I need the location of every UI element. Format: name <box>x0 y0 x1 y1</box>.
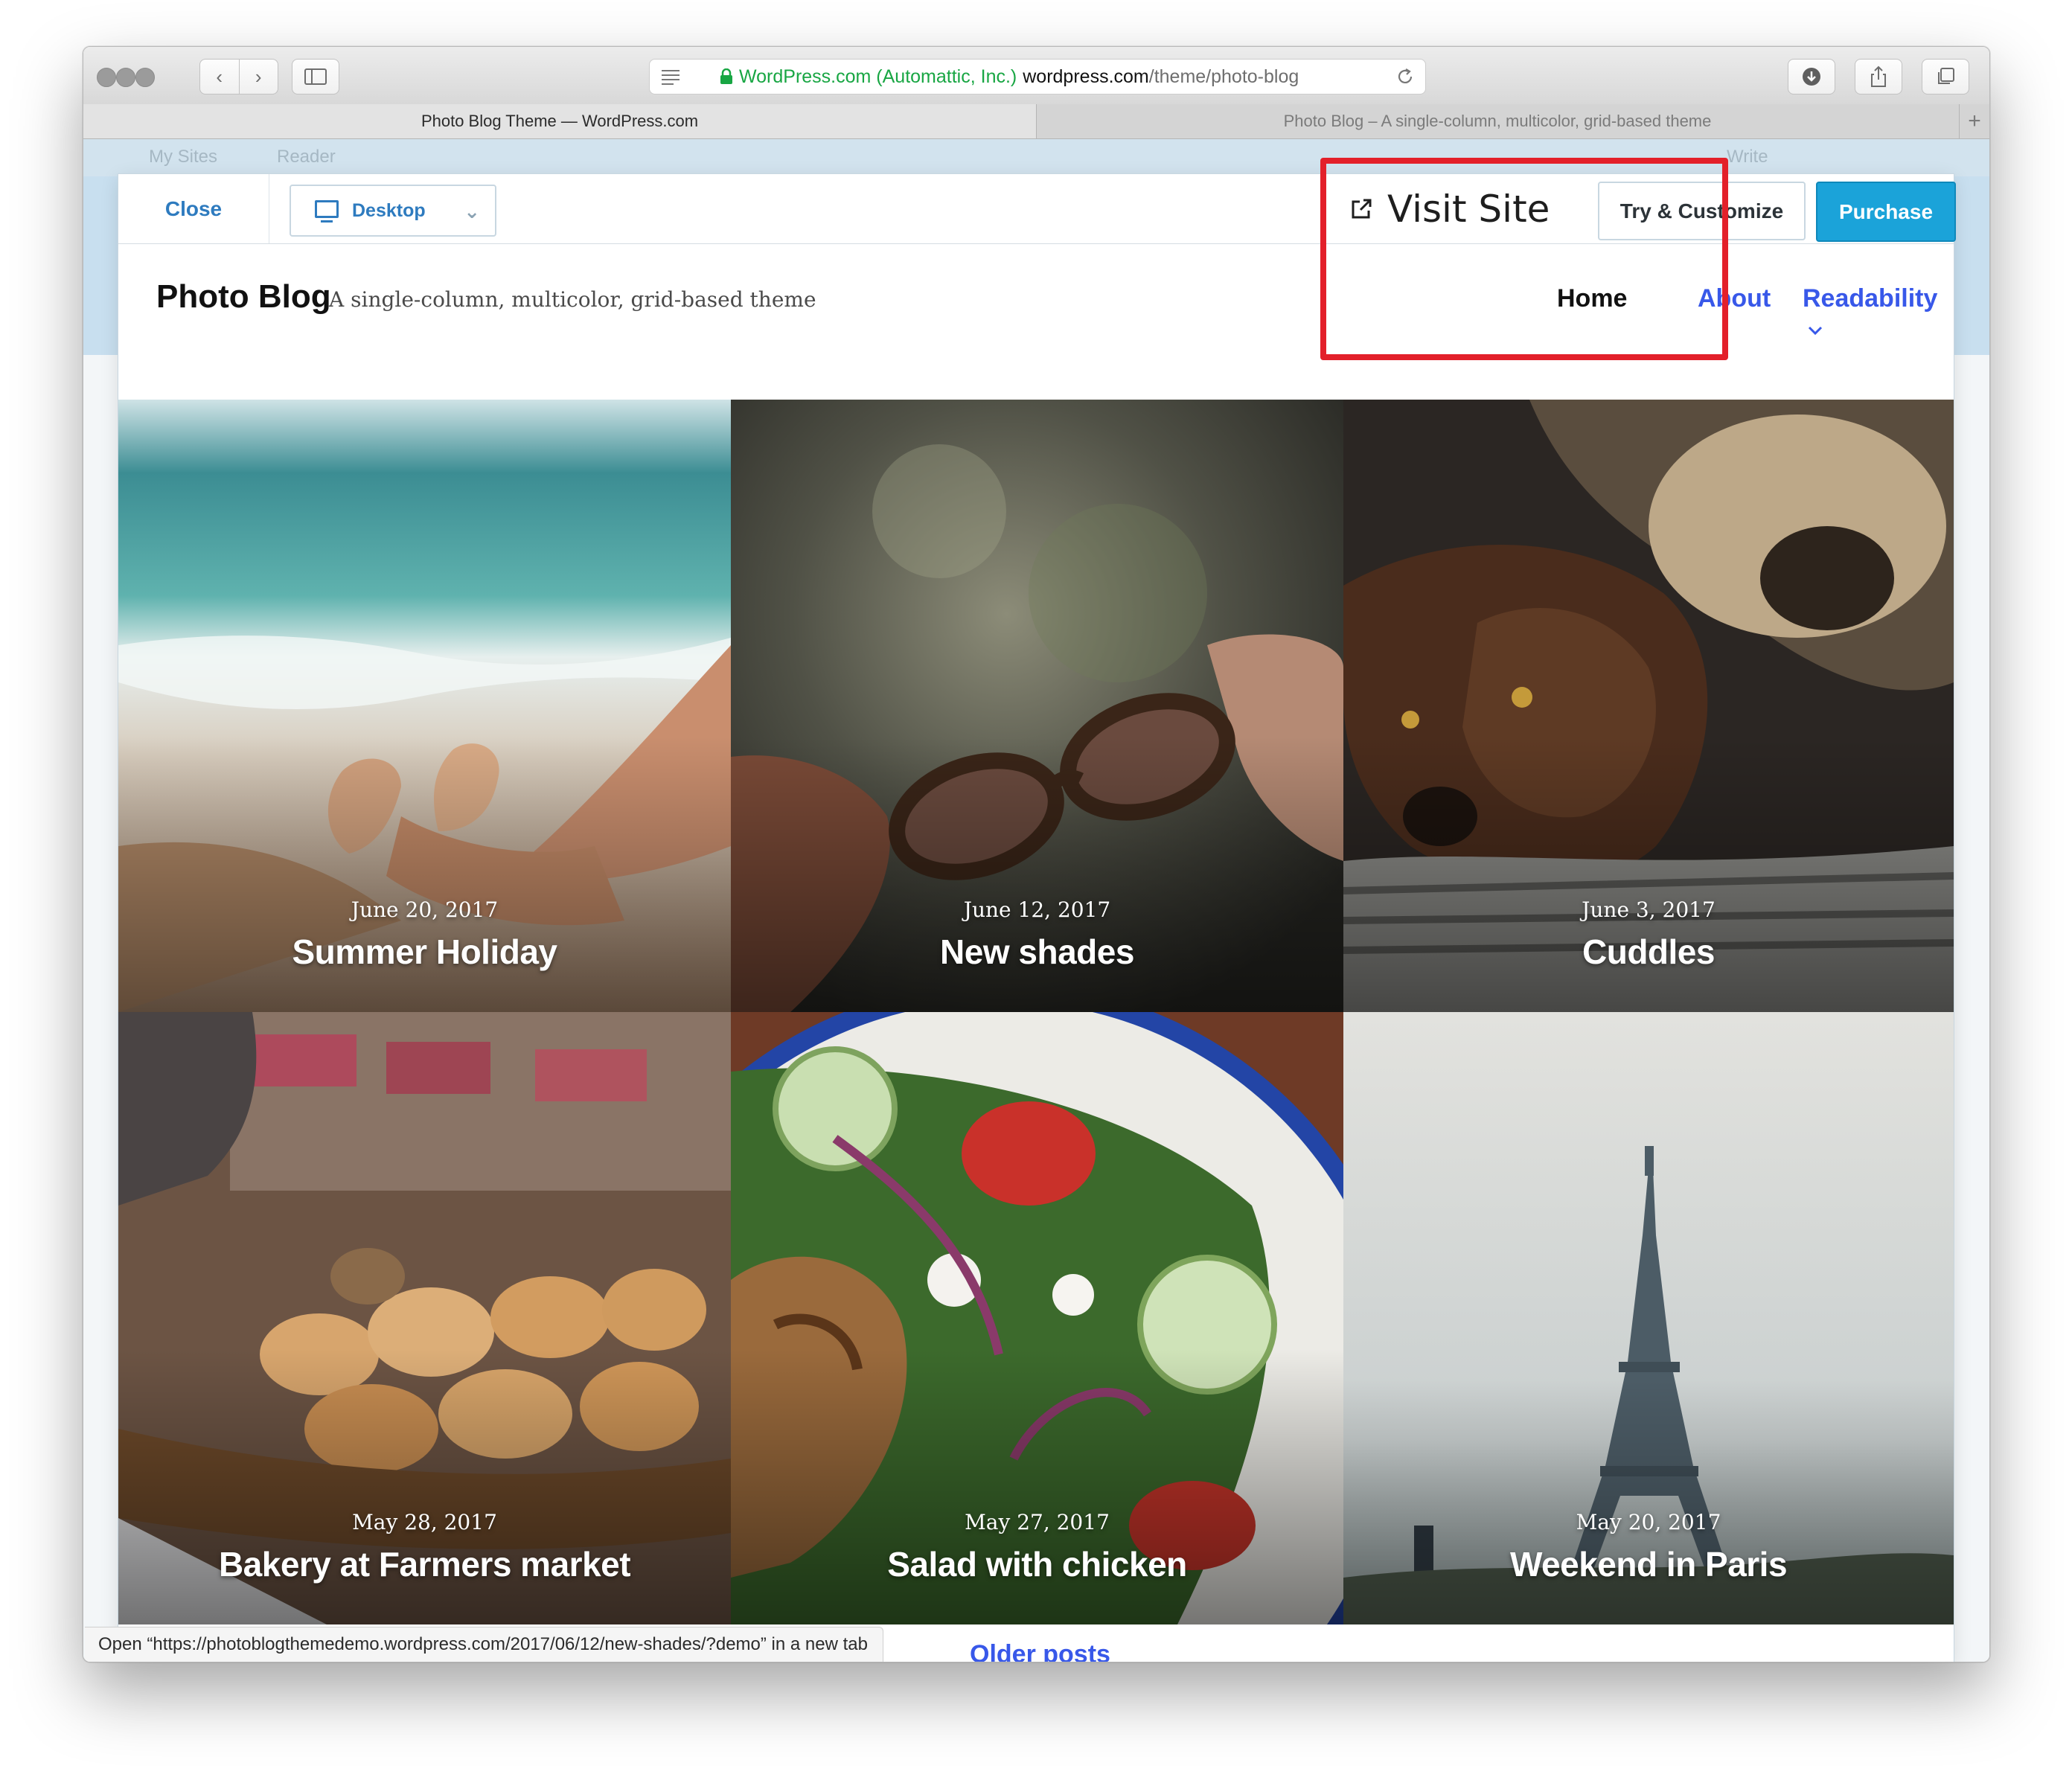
site-tagline: A single-column, multicolor, grid-based … <box>329 287 816 312</box>
post-date: June 3, 2017 <box>1582 897 1716 922</box>
forward-icon[interactable]: › <box>240 65 278 89</box>
url-path: /theme/photo-blog <box>1148 65 1299 87</box>
annotation-highlight-box <box>1320 158 1728 360</box>
minimize-window-button[interactable] <box>116 68 135 87</box>
post-tile-cuddles[interactable]: June 3, 2017 Cuddles <box>1343 400 1954 1012</box>
back-icon[interactable]: ‹ <box>200 65 239 89</box>
browser-window: ‹ › WordPress.com (Automattic, Inc.) wor… <box>83 46 1990 1662</box>
reload-icon[interactable] <box>1395 67 1415 86</box>
post-grid: June 20, 2017 Summer Holiday June 12, 20… <box>118 400 1954 1624</box>
share-icon <box>1871 65 1886 87</box>
tabs-overview-button[interactable] <box>1922 59 1969 95</box>
device-label: Desktop <box>352 199 426 221</box>
tab-bar: Photo Blog Theme — WordPress.com Photo B… <box>83 104 1989 139</box>
close-button[interactable]: Close <box>118 174 269 243</box>
post-tile-summer-holiday[interactable]: June 20, 2017 Summer Holiday <box>118 400 731 1012</box>
post-tile-salad[interactable]: May 27, 2017 Salad with chicken <box>731 1012 1343 1624</box>
purchase-button[interactable]: Purchase <box>1816 182 1956 242</box>
post-tile-new-shades[interactable]: June 12, 2017 New shades <box>731 400 1343 1012</box>
post-tile-paris[interactable]: May 20, 2017 Weekend in Paris <box>1343 1012 1954 1624</box>
url-host: wordpress.com <box>1023 65 1149 87</box>
post-title[interactable]: New shades <box>731 932 1343 972</box>
tabs-icon <box>1938 68 1954 84</box>
theme-preview-modal: Close Desktop ⌄ Visit Site Try & Customi… <box>118 174 1956 1662</box>
post-date: May 20, 2017 <box>1576 1510 1721 1534</box>
new-tab-button[interactable]: + <box>1959 104 1989 138</box>
lock-icon <box>720 68 732 84</box>
post-title[interactable]: Summer Holiday <box>118 932 731 972</box>
sidebar-toggle-button[interactable] <box>292 59 339 95</box>
post-title[interactable]: Weekend in Paris <box>1343 1544 1954 1584</box>
url-secure-label: WordPress.com (Automattic, Inc.) <box>739 65 1017 87</box>
older-posts-link[interactable]: Older posts <box>970 1640 1110 1662</box>
post-date: May 27, 2017 <box>965 1510 1110 1534</box>
title-bar: ‹ › WordPress.com (Automattic, Inc.) wor… <box>83 47 1989 105</box>
close-window-button[interactable] <box>97 68 116 87</box>
share-button[interactable] <box>1855 59 1902 95</box>
sidebar-icon <box>304 68 327 85</box>
post-title[interactable]: Cuddles <box>1343 932 1954 972</box>
reader-icon[interactable] <box>660 68 681 85</box>
tab-photo-blog-demo[interactable]: Photo Blog – A single-column, multicolor… <box>1037 104 1958 138</box>
address-bar[interactable]: WordPress.com (Automattic, Inc.) wordpre… <box>649 59 1426 95</box>
status-bar: Open “https://photoblogthemedemo.wordpre… <box>85 1627 883 1662</box>
device-select[interactable]: Desktop ⌄ <box>290 185 496 237</box>
post-title[interactable]: Bakery at Farmers market <box>118 1544 731 1584</box>
wp-write: Write <box>1727 147 1768 167</box>
download-icon <box>1803 68 1820 86</box>
post-date: June 12, 2017 <box>963 897 1111 922</box>
history-nav: ‹ › <box>199 59 278 95</box>
chevron-down-icon: ⌄ <box>464 200 480 223</box>
wp-reader: Reader <box>277 147 336 167</box>
site-title[interactable]: Photo Blog <box>156 278 331 316</box>
post-date: June 20, 2017 <box>351 897 499 922</box>
tab-photo-blog-theme[interactable]: Photo Blog Theme — WordPress.com <box>83 104 1037 138</box>
chevron-down-icon <box>1808 326 1823 336</box>
post-tile-bakery[interactable]: May 28, 2017 Bakery at Farmers market <box>118 1012 731 1624</box>
post-title[interactable]: Salad with chicken <box>731 1544 1343 1584</box>
post-date: May 28, 2017 <box>352 1510 497 1534</box>
zoom-window-button[interactable] <box>135 68 155 87</box>
downloads-button[interactable] <box>1788 59 1835 95</box>
desktop-icon <box>315 200 339 223</box>
wp-my-sites: My Sites <box>149 147 218 167</box>
menu-readability-label: Readability <box>1803 284 1938 313</box>
menu-readability[interactable]: Readability <box>1803 284 1954 342</box>
